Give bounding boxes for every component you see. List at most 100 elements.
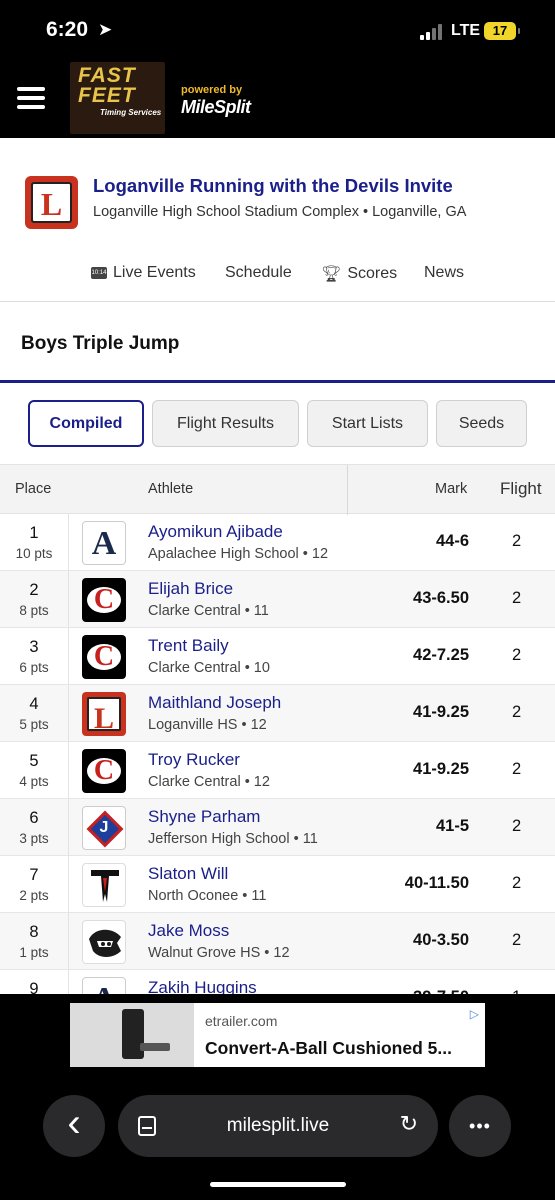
reload-icon[interactable]: ↻ — [400, 1111, 418, 1137]
team-logo[interactable]: L — [82, 692, 126, 736]
flight: 1 — [512, 988, 521, 994]
back-button[interactable]: ‹ — [43, 1095, 105, 1157]
back-icon: ‹ — [67, 1101, 81, 1145]
header-place[interactable]: Place — [15, 481, 51, 497]
flight: 2 — [512, 703, 522, 721]
place: 2 — [29, 581, 39, 599]
team-logo[interactable]: C — [82, 578, 126, 622]
fast-feet-logo[interactable]: FAST FEET Timing Services — [70, 62, 165, 134]
header-athlete[interactable]: Athlete — [148, 481, 193, 497]
athlete-school[interactable]: North Oconee • 11 — [148, 888, 266, 904]
nav-scores[interactable]: 🏆︎ Scores — [321, 264, 397, 284]
table-row[interactable]: 7 2 pts Slaton Will North Oconee • 11 40-11.… — [0, 856, 555, 913]
table-row[interactable]: 5 4 pts C Troy Rucker Clarke Central • 12 41-… — [0, 742, 555, 799]
athlete-school[interactable]: Apalachee High School • 12 — [148, 546, 328, 562]
cell-divider — [68, 742, 69, 798]
athlete-name[interactable]: Jake Moss — [148, 921, 229, 941]
location-arrow-icon: ➤ — [98, 20, 113, 39]
athlete-name[interactable]: Elijah Brice — [148, 579, 233, 599]
athlete-name[interactable]: Ayomikun Ajibade — [148, 522, 283, 542]
event-title: Boys Triple Jump — [21, 333, 180, 354]
header-mark[interactable]: Mark — [435, 481, 467, 497]
nav-live-events-label: Live Events — [113, 264, 196, 281]
address-bar[interactable]: milesplit.live ↻ — [118, 1095, 438, 1157]
athlete-name[interactable]: Trent Baily — [148, 636, 229, 656]
live-clock-icon: 10:14 — [91, 266, 107, 279]
place: 7 — [29, 866, 39, 884]
team-logo[interactable]: A — [82, 521, 126, 565]
table-row[interactable]: 9 A Zakih Huggins 39-7.50 1 — [0, 970, 555, 994]
cell-divider — [68, 799, 69, 855]
flight: 2 — [512, 589, 522, 607]
cell-divider — [68, 913, 69, 969]
points: 6 pts — [19, 660, 49, 675]
athlete-school[interactable]: Clarke Central • 10 — [148, 660, 270, 676]
table-header: Place Athlete Mark Flight — [0, 464, 555, 515]
tab-flight-results[interactable]: Flight Results — [152, 400, 299, 447]
tab-seeds[interactable]: Seeds — [436, 400, 527, 447]
table-row[interactable]: 1 10 pts A Ayomikun Ajibade Apalachee High S… — [0, 514, 555, 571]
signal-icon — [420, 24, 446, 40]
athlete-school[interactable]: Jefferson High School • 11 — [148, 831, 318, 847]
table-row[interactable]: 2 8 pts C Elijah Brice Clarke Central • 11 43… — [0, 571, 555, 628]
place: 4 — [29, 695, 39, 713]
advertisement[interactable]: etrailer.com Convert-A-Ball Cushioned 5.… — [70, 1003, 485, 1067]
cell-divider — [68, 628, 69, 684]
team-logo[interactable] — [82, 863, 126, 907]
athlete-school[interactable]: Loganville HS • 12 — [148, 717, 267, 733]
place: 8 — [29, 923, 39, 941]
divider — [0, 301, 555, 302]
mark: 40-3.50 — [413, 931, 469, 949]
more-button[interactable]: ••• — [449, 1095, 511, 1157]
results-tabs: Compiled Flight Results Start Lists Seed… — [0, 400, 555, 448]
team-logo[interactable]: J — [82, 806, 126, 850]
menu-icon[interactable] — [17, 87, 45, 109]
athlete-name[interactable]: Shyne Parham — [148, 807, 260, 827]
athlete-name[interactable]: Zakih Huggins — [148, 978, 257, 994]
meet-title[interactable]: Loganville Running with the Devils Invit… — [93, 175, 453, 197]
browser-toolbar: ‹ milesplit.live ↻ ••• — [0, 1085, 555, 1165]
cell-divider — [68, 970, 69, 994]
header-flight[interactable]: Flight — [500, 479, 542, 499]
nav-schedule[interactable]: Schedule — [225, 264, 292, 282]
flight: 2 — [512, 532, 522, 550]
page-content: L Loganville Running with the Devils Inv… — [0, 138, 555, 994]
home-indicator[interactable] — [210, 1182, 346, 1187]
milesplit-logo[interactable]: MileSplit — [181, 97, 251, 118]
ad-image[interactable] — [70, 1003, 194, 1067]
flight: 2 — [512, 874, 522, 892]
table-row[interactable]: 3 6 pts C Trent Baily Clarke Central • 10 42-… — [0, 628, 555, 685]
points: 5 pts — [19, 717, 49, 732]
tab-start-lists[interactable]: Start Lists — [307, 400, 428, 447]
athlete-name[interactable]: Slaton Will — [148, 864, 228, 884]
nav-live-events[interactable]: 10:14 Live Events — [91, 264, 196, 282]
athlete-name[interactable]: Troy Rucker — [148, 750, 240, 770]
ad-title[interactable]: Convert-A-Ball Cushioned 5... — [205, 1038, 452, 1059]
nav-scores-label: Scores — [347, 265, 398, 283]
team-logo[interactable] — [82, 920, 126, 964]
points: 10 pts — [15, 546, 53, 561]
table-row[interactable]: 8 1 pts Jake Moss Walnut Grove HS • 12 40-3.… — [0, 913, 555, 970]
athlete-name[interactable]: Maithland Joseph — [148, 693, 281, 713]
team-logo[interactable]: C — [82, 635, 126, 679]
meet-location: Loganville High School Stadium Complex •… — [93, 204, 467, 220]
athlete-school[interactable]: Clarke Central • 11 — [148, 603, 269, 619]
team-logo[interactable]: A — [82, 977, 126, 994]
trophy-icon: 🏆︎ — [321, 266, 342, 283]
points: 1 pts — [19, 945, 49, 960]
athlete-school[interactable]: Clarke Central • 12 — [148, 774, 270, 790]
mark: 41-5 — [435, 817, 469, 835]
ad-choices-icon[interactable]: ▷ — [470, 1007, 479, 1021]
url-text[interactable]: milesplit.live — [118, 1115, 438, 1137]
logo-top-text: FAST — [78, 64, 136, 87]
tab-compiled[interactable]: Compiled — [28, 400, 144, 447]
meet-logo-letter: L — [40, 186, 63, 222]
mark: 42-7.25 — [413, 646, 469, 664]
team-logo[interactable]: C — [82, 749, 126, 793]
athlete-school[interactable]: Walnut Grove HS • 12 — [148, 945, 290, 961]
place: 1 — [29, 524, 39, 542]
nav-news[interactable]: News — [424, 264, 464, 282]
place: 5 — [29, 752, 39, 770]
table-row[interactable]: 6 3 pts J Shyne Parham Jefferson High School… — [0, 799, 555, 856]
table-row[interactable]: 4 5 pts L Maithland Joseph Loganville HS • 1… — [0, 685, 555, 742]
